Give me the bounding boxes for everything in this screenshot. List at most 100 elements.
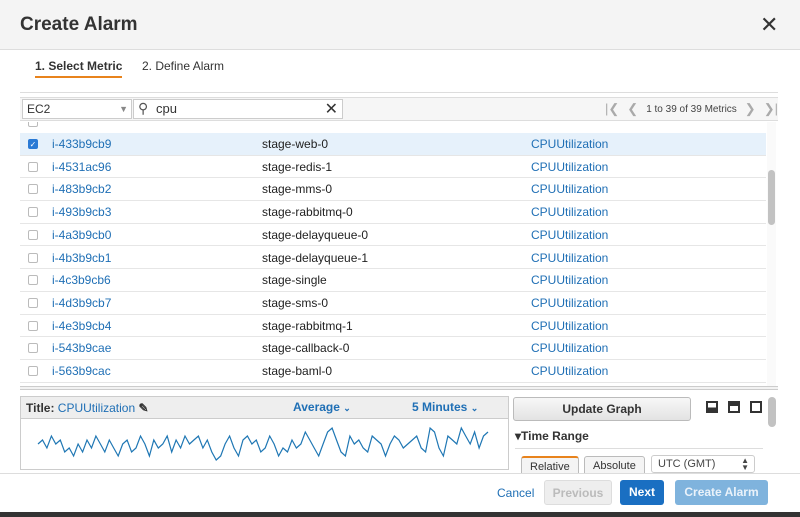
first-page-icon[interactable]: |❮: [605, 101, 619, 117]
table-row[interactable]: i-4d3b9cb7 stage-sms-0 CPUUtilization: [20, 291, 766, 315]
row-checkbox[interactable]: [28, 320, 38, 331]
timezone-select[interactable]: UTC (GMT) ▲ ▼: [651, 455, 755, 473]
row-checkbox[interactable]: [28, 207, 38, 218]
row-checkbox[interactable]: [28, 229, 38, 240]
chevron-down-icon: ▼: [119, 104, 128, 114]
metric-name-link[interactable]: CPUUtilization: [531, 319, 608, 333]
instance-id-link[interactable]: i-4531ac96: [52, 160, 111, 174]
instance-id-link[interactable]: i-433b9cb9: [52, 137, 111, 151]
instance-id-link[interactable]: i-4d3b9cb7: [52, 296, 111, 310]
table-row[interactable]: i-4531ac96 stage-redis-1 CPUUtilization: [20, 155, 766, 179]
timezone-value: UTC (GMT): [658, 458, 716, 470]
instance-id-link[interactable]: i-493b9cb3: [52, 205, 111, 219]
instance-id-link[interactable]: i-483b9cb2: [52, 182, 111, 196]
layout-full-icon[interactable]: [750, 401, 762, 413]
instance-name: stage-rabbitmq-1: [262, 318, 353, 333]
metric-name-link[interactable]: CPUUtilization: [531, 205, 608, 219]
row-checkbox[interactable]: [28, 252, 38, 263]
search-input[interactable]: ⚲ cpu ✕: [133, 99, 343, 119]
chevron-down-icon: ⌄: [343, 403, 351, 413]
instance-name: stage-web-0: [262, 137, 329, 151]
namespace-select[interactable]: EC2 ▼: [22, 99, 132, 119]
row-checkbox[interactable]: [28, 297, 38, 308]
graph-title-label: Title:: [26, 401, 55, 415]
row-checkbox[interactable]: [28, 366, 38, 376]
prev-page-icon[interactable]: ❮: [627, 101, 638, 117]
sparkline-series: [37, 426, 489, 461]
clear-search-icon[interactable]: ✕: [325, 99, 338, 119]
metric-name-link[interactable]: CPUUtilization: [531, 273, 608, 287]
metric-name-link[interactable]: CPUUtilization: [531, 160, 608, 174]
row-checkbox[interactable]: [28, 275, 38, 286]
last-page-icon[interactable]: ❯|: [764, 101, 778, 117]
row-checkbox[interactable]: [28, 343, 38, 354]
search-icon: ⚲: [138, 100, 149, 116]
period-value: 5 Minutes: [412, 400, 468, 414]
search-value: cpu: [156, 101, 177, 116]
table-row[interactable]: i-4b3b9cb1 stage-delayqueue-1 CPUUtiliza…: [20, 246, 766, 270]
pagination-text: 1 to 39 of 39 Metrics: [646, 103, 737, 115]
chevron-down-icon: ⌄: [470, 403, 479, 413]
cancel-button[interactable]: Cancel: [497, 486, 534, 500]
table-row[interactable]: i-4e3b9cb4 stage-rabbitmq-1 CPUUtilizati…: [20, 314, 766, 338]
table-row[interactable]: i-4a3b9cb0 stage-delayqueue-0 CPUUtiliza…: [20, 223, 766, 247]
instance-name: stage-redis-1: [262, 159, 333, 174]
table-scrollbar[interactable]: [767, 122, 776, 386]
time-range-header[interactable]: ▾Time Range: [515, 429, 763, 449]
metric-name-link[interactable]: CPUUtilization: [531, 182, 608, 196]
previous-button[interactable]: Previous: [544, 480, 612, 505]
instance-name: stage-delayqueue-1: [262, 250, 369, 265]
metrics-table: ✓ i-433b9cb9 stage-web-0 CPUUtilization …: [20, 122, 766, 384]
divider: [20, 92, 778, 93]
table-row[interactable]: i-4c3b9cb6 stage-single CPUUtilization: [20, 269, 766, 292]
instance-id-link[interactable]: i-4e3b9cb4: [52, 319, 111, 333]
dialog-title: Create Alarm: [20, 14, 138, 35]
instance-id-link[interactable]: i-4a3b9cb0: [52, 228, 111, 242]
metric-name-link[interactable]: CPUUtilization: [531, 228, 608, 242]
create-alarm-button[interactable]: Create Alarm: [675, 480, 768, 505]
metric-name-link[interactable]: CPUUtilization: [531, 137, 608, 151]
instance-id-link[interactable]: i-563b9cac: [52, 364, 111, 378]
pencil-icon[interactable]: ✎: [139, 401, 149, 415]
table-row[interactable]: i-483b9cb2 stage-mms-0 CPUUtilization: [20, 178, 766, 202]
table-row[interactable]: ✓ i-433b9cb9 stage-web-0 CPUUtilization: [20, 133, 766, 156]
table-row[interactable]: i-493b9cb3 stage-rabbitmq-0 CPUUtilizati…: [20, 201, 766, 224]
row-checkbox[interactable]: [28, 184, 38, 195]
tab-define-alarm[interactable]: 2. Define Alarm: [142, 59, 224, 73]
update-graph-button[interactable]: Update Graph: [513, 397, 691, 421]
instance-name: stage-delayqueue-0: [262, 227, 369, 242]
table-scroll-thumb[interactable]: [768, 170, 775, 225]
period-dropdown[interactable]: 5 Minutes ⌄: [412, 400, 478, 414]
pane-splitter[interactable]: [20, 386, 778, 390]
layout-top-icon[interactable]: [728, 401, 740, 413]
row-checkbox[interactable]: [28, 122, 38, 127]
instance-id-link[interactable]: i-4b3b9cb1: [52, 251, 111, 265]
table-row[interactable]: i-563b9cac stage-baml-0 CPUUtilization: [20, 360, 766, 383]
statistic-value: Average: [293, 400, 340, 414]
time-range-label: Time Range: [521, 429, 589, 443]
background-strip: [0, 512, 800, 517]
table-row[interactable]: i-543b9cae stage-callback-0 CPUUtilizati…: [20, 337, 766, 360]
layout-bottom-icon[interactable]: [706, 401, 718, 413]
row-checkbox[interactable]: ✓: [28, 139, 38, 149]
statistic-dropdown[interactable]: Average ⌄: [293, 400, 351, 414]
instance-name: stage-sms-0: [262, 295, 329, 310]
sparkline-chart: [37, 426, 489, 461]
graph-title-value[interactable]: CPUUtilization: [58, 401, 135, 415]
metric-name-link[interactable]: CPUUtilization: [531, 341, 608, 355]
row-checkbox[interactable]: [28, 161, 38, 172]
instance-id-link[interactable]: i-4c3b9cb6: [52, 273, 111, 287]
next-page-icon[interactable]: ❯: [745, 101, 756, 117]
metric-name-link[interactable]: CPUUtilization: [531, 364, 608, 378]
close-icon[interactable]: ✕: [760, 12, 778, 38]
panel-scrollbar[interactable]: [768, 397, 776, 427]
metric-name-link[interactable]: CPUUtilization: [531, 296, 608, 310]
tab-select-metric[interactable]: 1. Select Metric: [35, 59, 123, 78]
metric-name-link[interactable]: CPUUtilization: [531, 251, 608, 265]
instance-name: stage-baml-0: [262, 364, 333, 378]
instance-id-link[interactable]: i-543b9cae: [52, 341, 111, 355]
stepper-icon: ▲ ▼: [741, 456, 749, 472]
namespace-value: EC2: [27, 102, 51, 116]
table-row-partial: [20, 122, 766, 134]
next-button[interactable]: Next: [620, 480, 664, 505]
